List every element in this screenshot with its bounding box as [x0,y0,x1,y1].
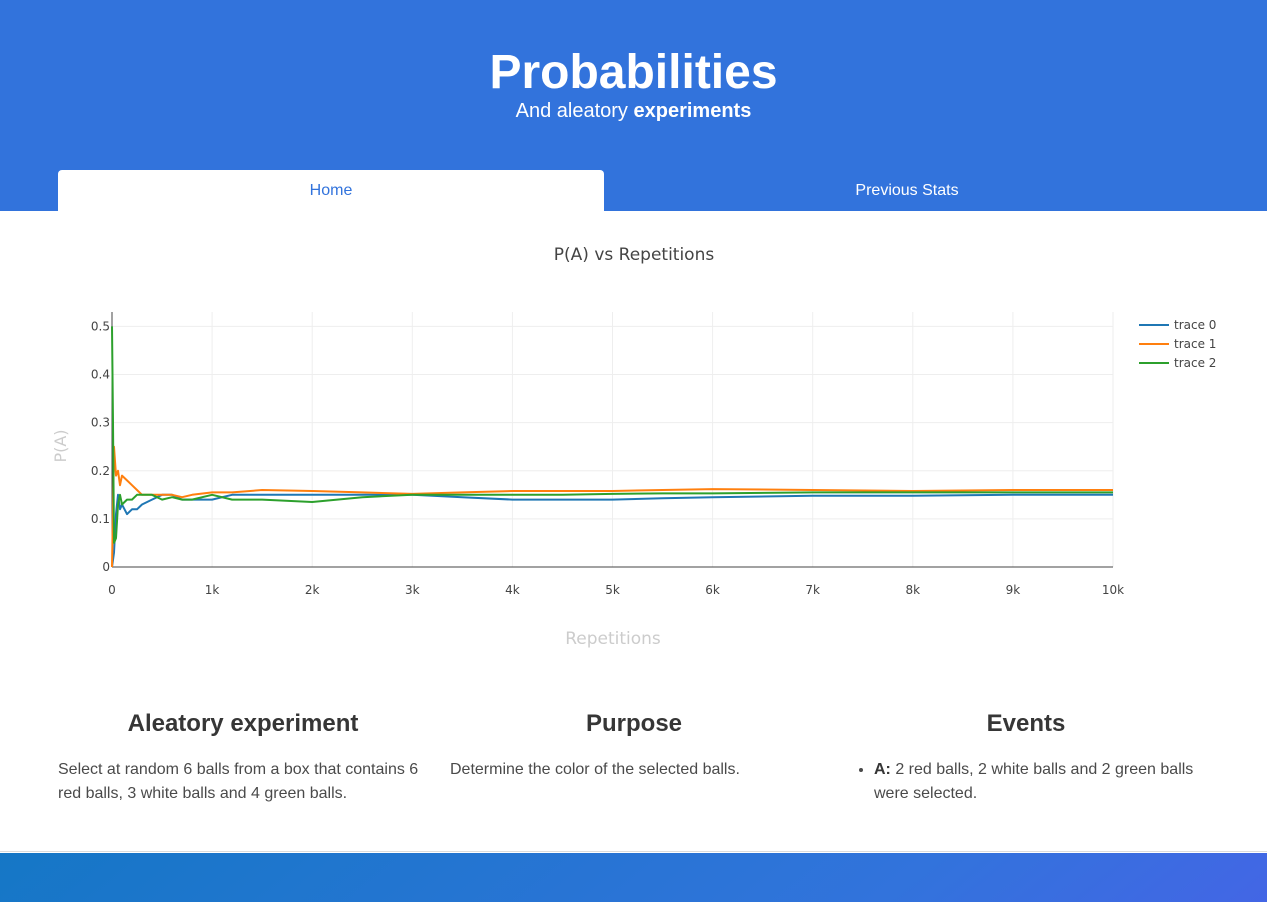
y-axis-label: P(A) [51,429,70,462]
events-heading: Events [986,710,1066,737]
x-tick-label: 5k [605,583,620,597]
hero-banner: Probabilities And aleatory experiments H… [0,0,1267,211]
x-tick-label: 0 [108,583,116,597]
subtitle-prefix: And aleatory [515,100,634,122]
x-tick-label: 3k [405,583,420,597]
purpose-heading: Purpose [585,710,683,737]
subtitle-strong: experiments [633,100,752,122]
y-tick-label: 0.2 [91,464,110,478]
x-axis-label: Repetitions [565,629,661,649]
page-title: Probabilities [489,46,778,99]
x-tick-label: 10k [1102,583,1124,597]
tab-home[interactable]: Home [58,170,604,211]
y-tick-label: 0.1 [91,512,110,526]
chart-title: P(A) vs Repetitions [554,245,715,265]
events-list: A: 2 red balls, 2 white balls and 2 gree… [840,758,1212,806]
footer [0,853,1267,902]
legend-label: trace 1 [1174,337,1216,351]
chart-grid [112,312,1114,567]
x-tick-label: 1k [205,583,220,597]
experiment-text: Select at random 6 balls from a box that… [58,761,419,802]
purpose-section: Purpose Determine the color of the selec… [450,705,818,782]
event-item: A: 2 red balls, 2 white balls and 2 gree… [874,758,1212,806]
event-text: 2 red balls, 2 white balls and 2 green b… [874,761,1194,802]
footer-divider [0,851,1267,852]
probability-chart: P(A) vs Repetitions 0 1k 2k 3k 4k 5k 6k 7k 8k 9k 1… [51,245,1216,649]
page-subtitle: And aleatory experiments [0,98,1267,124]
legend-label: trace 0 [1174,318,1216,332]
x-tick-label: 4k [505,583,520,597]
tab-previous-stats[interactable]: Previous Stats [612,170,1202,211]
experiment-section: Aleatory experiment Select at random 6 b… [58,705,428,806]
purpose-text: Determine the color of the selected ball… [450,761,740,778]
x-tick-label: 6k [705,583,720,597]
legend-label: trace 2 [1174,356,1216,370]
chart-legend: trace 0 trace 1 trace 2 [1139,318,1216,370]
y-tick-label: 0.3 [91,416,110,430]
y-tick-label: 0.5 [91,319,110,333]
chart-axes: 0 1k 2k 3k 4k 5k 6k 7k 8k 9k 10k 0 0.1 0.2 0.3 0.4 0.5 [91,312,1124,597]
y-tick-label: 0 [102,560,110,574]
x-tick-label: 8k [906,583,921,597]
x-tick-label: 2k [305,583,320,597]
experiment-heading: Aleatory experiment [127,710,359,737]
events-section: Events A: 2 red balls, 2 white balls and… [840,705,1212,806]
x-tick-label: 7k [805,583,820,597]
y-tick-label: 0.4 [91,368,110,382]
x-tick-label: 9k [1006,583,1021,597]
event-label: A: [874,761,891,778]
